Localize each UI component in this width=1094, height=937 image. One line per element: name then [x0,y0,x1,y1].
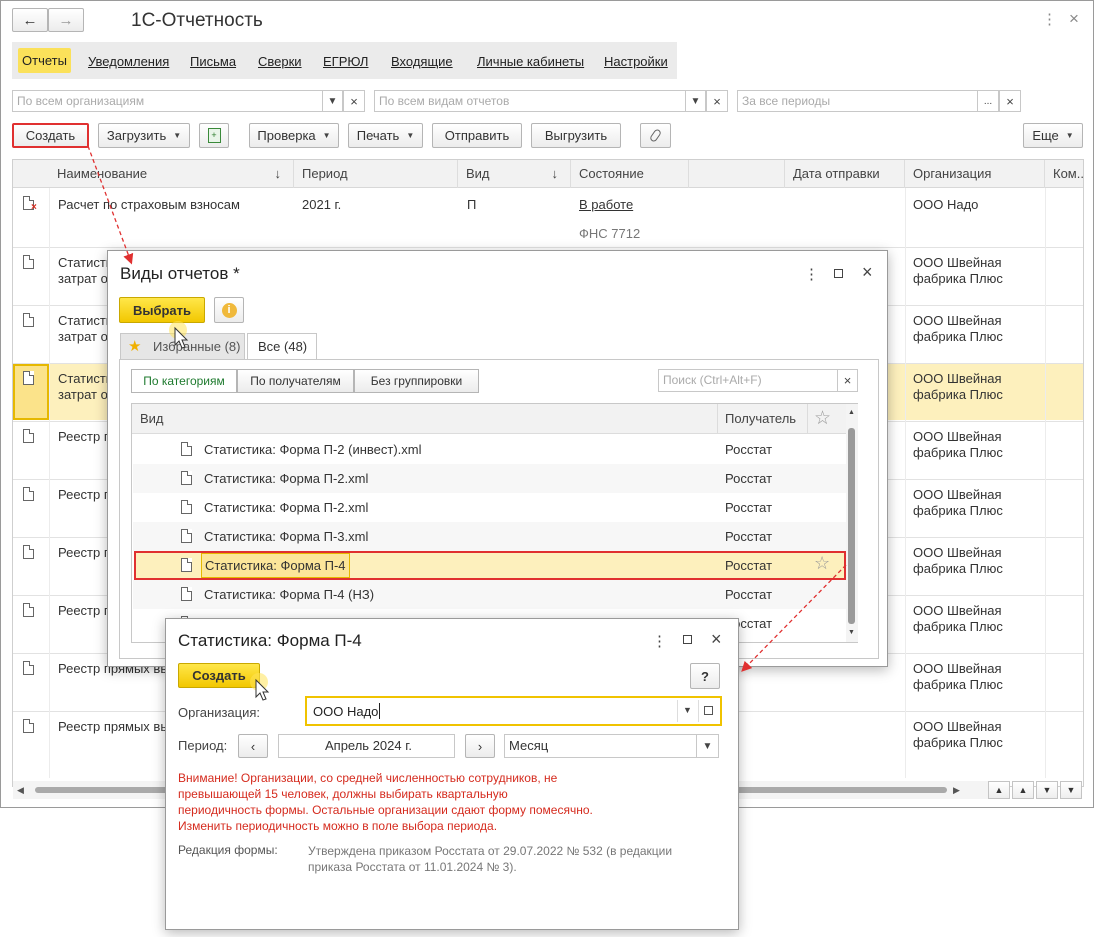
annotation-overlay [87,145,847,701]
cursor-icon [250,673,270,701]
callout-arrow [741,564,847,672]
cursor-icon [169,321,189,349]
callout-arrow [87,145,134,265]
